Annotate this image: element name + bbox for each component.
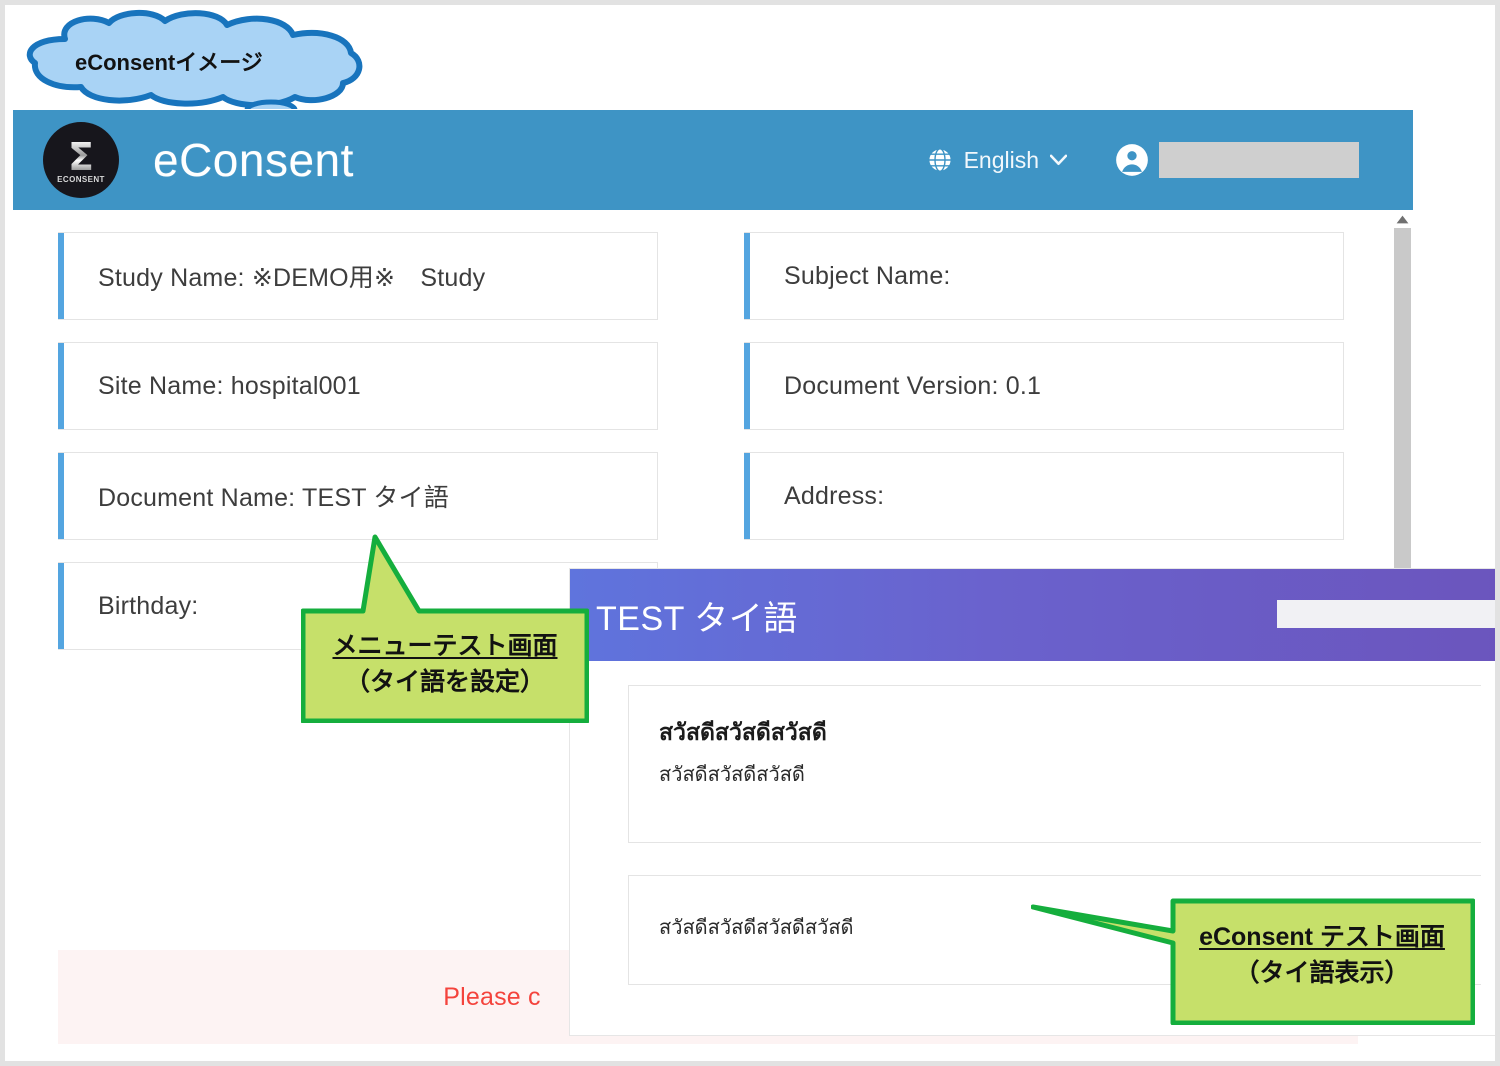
user-circle-icon [1115,143,1149,177]
account-menu[interactable] [1115,142,1359,178]
info-card-label: Study Name: ※DEMO用※ Study [98,264,486,292]
chevron-down-icon [1050,154,1067,166]
info-card-study-name: Study Name: ※DEMO用※ Study [58,232,658,320]
document-panel-heading: สวัสดีสวัสดีสวัสดี [659,719,827,745]
app-header: Σ ECONSENT eConsent English [13,110,1413,210]
alert-message: Please c [443,982,541,1011]
callout-econsent-test: eConsent テスト画面 （タイ語表示） [1031,895,1475,1025]
callout-menu-test: メニューテスト画面 （タイ語を設定） [301,533,589,723]
info-card-label: Birthday: [98,591,199,620]
callout-line-1: メニューテスト画面 [332,632,558,660]
callout-line-1: eConsent テスト画面 [1199,923,1445,951]
screenshot-root: Σ ECONSENT eConsent English Study Name: … [0,0,1500,1066]
info-card-subject-name: Subject Name: [744,232,1344,320]
dialog-title: TEST タイ語 [596,599,798,638]
dialog-header-field-redacted[interactable] [1277,600,1495,628]
info-card-document-name: Document Name: TEST タイ語 [58,452,658,540]
info-card-document-version: Document Version: 0.1 [744,342,1344,430]
language-switcher[interactable]: English [927,147,1067,174]
app-title: eConsent [153,134,354,186]
sigma-glyph: Σ [68,135,94,179]
sigma-logo-icon: Σ ECONSENT [43,122,119,198]
document-panel: สวัสดีสวัสดีสวัสดี สวัสดีสวัสดีสวัสดี [628,685,1481,843]
header-right-controls: English [927,110,1359,210]
account-name-redacted [1159,142,1359,178]
cloud-callout-label: eConsentイメージ [75,50,263,75]
cloud-callout: eConsentイメージ [13,9,383,109]
language-label: English [963,146,1039,173]
callout-line-2: （タイ語表示） [1234,959,1410,988]
info-card-label: Address: [784,481,885,510]
info-card-site-name: Site Name: hospital001 [58,342,658,430]
document-panel-body: สวัสดีสวัสดีสวัสดี [659,763,805,786]
info-card-address: Address: [744,452,1344,540]
scrollbar-thumb[interactable] [1393,228,1411,570]
callout-line-2: （タイ語を設定） [344,667,545,696]
callout-econsent-test-text: eConsent テスト画面 （タイ語表示） [1177,919,1467,992]
caret-up-icon[interactable] [1391,210,1413,228]
logo-wordmark: ECONSENT [57,175,105,184]
dialog-header: TEST タイ語 [570,569,1495,661]
globe-icon [927,147,953,173]
info-card-label: Document Name: TEST タイ語 [98,484,449,512]
info-card-label: Subject Name: [784,261,951,290]
info-card-label: Site Name: hospital001 [98,371,361,400]
info-card-label: Document Version: 0.1 [784,371,1042,400]
callout-menu-test-text: メニューテスト画面 （タイ語を設定） [301,629,589,700]
